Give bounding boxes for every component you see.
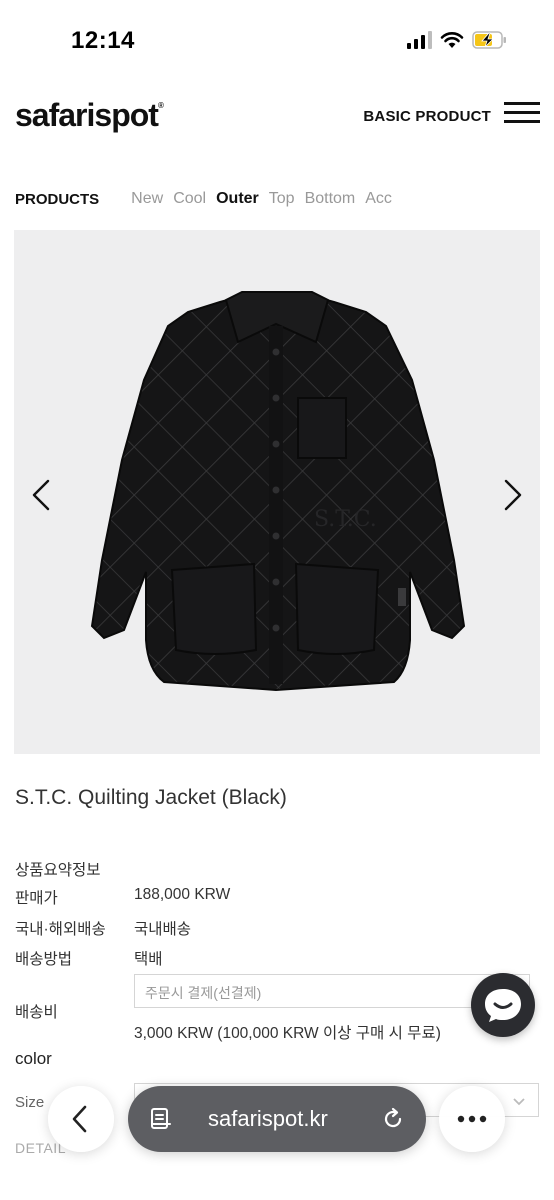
- category-title: PRODUCTS: [15, 190, 100, 208]
- category-nav: PRODUCTS New Cool Outer Top Bottom Acc: [15, 187, 545, 211]
- wifi-icon: [440, 32, 464, 48]
- shipping-method-label: 배송방법: [15, 951, 73, 968]
- color-label: color: [15, 1049, 52, 1068]
- status-icons: [407, 30, 508, 50]
- chevron-right-icon[interactable]: [498, 475, 528, 515]
- black-quilted-jacket-photo: S.T.C.: [90, 291, 466, 692]
- category-cool[interactable]: Cool: [173, 190, 206, 208]
- chevron-down-icon: [513, 1098, 525, 1106]
- price-label: 판매가: [15, 890, 58, 907]
- chevron-left-icon[interactable]: [26, 475, 56, 515]
- battery-charging-icon: [472, 31, 506, 49]
- more-options-button[interactable]: [439, 1086, 505, 1152]
- url-text: safarispot.kr: [208, 1106, 328, 1131]
- page-menu-icon[interactable]: [148, 1106, 174, 1132]
- price-value: 188,000 KRW: [134, 886, 231, 903]
- cellular-signal-icon: [407, 31, 432, 49]
- category-bottom[interactable]: Bottom: [305, 190, 356, 208]
- category-new[interactable]: New: [131, 190, 163, 208]
- shipping-method-value: 택배: [134, 951, 163, 968]
- shipping-type-label: 국내·해외배송: [15, 921, 106, 938]
- category-outer[interactable]: Outer: [216, 190, 259, 208]
- status-bar: 12:14: [0, 0, 554, 80]
- category-top[interactable]: Top: [269, 190, 295, 208]
- address-bar[interactable]: safarispot.kr: [128, 1086, 426, 1152]
- basic-product-link[interactable]: BASIC PRODUCT: [363, 108, 491, 125]
- status-time: 12:14: [71, 27, 135, 54]
- logo-text: safarispot: [15, 97, 159, 133]
- shipping-fee-value: 3,000 KRW (100,000 KRW 이상 구매 시 무료): [134, 1025, 441, 1042]
- jacket-logo-text: S.T.C.: [314, 507, 377, 532]
- product-image: S.T.C.: [14, 230, 540, 754]
- chat-bubble-icon: [485, 989, 521, 1022]
- shipping-fee-label: 배송비: [15, 1004, 58, 1021]
- hamburger-menu-icon[interactable]: [504, 102, 540, 130]
- size-label: Size: [15, 1094, 45, 1111]
- browser-back-button[interactable]: [48, 1086, 114, 1152]
- category-acc[interactable]: Acc: [365, 190, 392, 208]
- chevron-left-icon: [72, 1105, 87, 1133]
- reload-icon[interactable]: [380, 1106, 406, 1132]
- logo-mark: ®: [157, 101, 164, 110]
- site-header: safarispot® BASIC PRODUCT: [0, 95, 554, 143]
- product-title: S.T.C. Quilting Jacket (Black): [15, 786, 287, 809]
- chat-button[interactable]: [471, 973, 535, 1037]
- site-logo[interactable]: safarispot®: [15, 97, 164, 134]
- more-dots-icon: [457, 1115, 487, 1123]
- shipping-type-value: 국내배송: [134, 921, 192, 938]
- summary-label: 상품요약정보: [15, 862, 101, 879]
